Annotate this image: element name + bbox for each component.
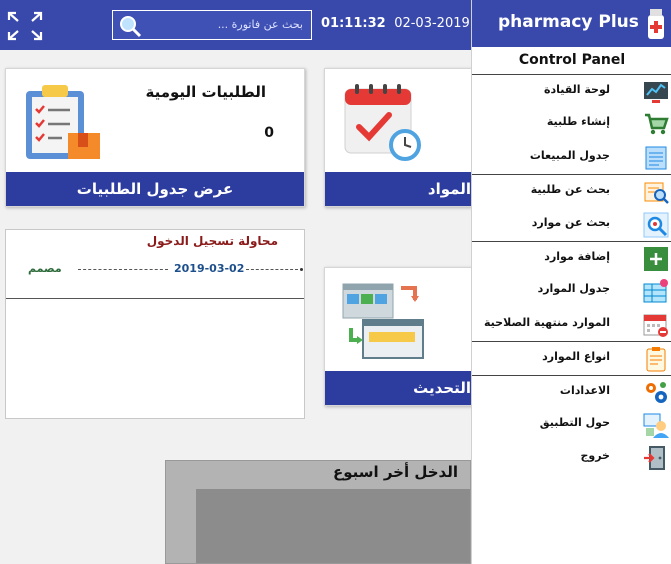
sidebar-item-label: إنشاء طلبية xyxy=(546,115,610,129)
fullscreen-expand-icon[interactable] xyxy=(7,11,43,41)
login-date: 2019-03-02 xyxy=(174,262,245,275)
app-brand: pharmacy Plus xyxy=(498,12,639,32)
clipboard-icon xyxy=(646,347,666,372)
weekly-income-panel: الدخل أخر اسبوع xyxy=(165,460,471,564)
sidebar-item-label: بحث عن موارد xyxy=(531,215,610,229)
sidebar-item-expired-resources[interactable]: الموارد منتهية الصلاحية xyxy=(472,308,671,341)
about-icon xyxy=(643,413,669,438)
pharmacy-logo-icon xyxy=(648,9,664,39)
sidebar-item-search-order[interactable]: بحث عن طلبية xyxy=(472,174,671,207)
cart-icon xyxy=(645,114,669,135)
search-icon[interactable] xyxy=(118,14,142,38)
weekly-income-chart-area xyxy=(196,489,470,563)
sidebar-item-resource-types[interactable]: انواع الموارد xyxy=(472,341,671,374)
login-user-label: مصمم xyxy=(28,262,62,275)
update-button[interactable]: التحديث xyxy=(325,371,471,405)
sidebar-menu: لوحة القيادة إنشاء طلبية جدول المبيعات ب… xyxy=(472,74,671,475)
sidebar-item-exit[interactable]: خروج xyxy=(472,441,671,474)
sidebar-item-resources-table[interactable]: جدول الموارد xyxy=(472,274,671,307)
control-panel-heading: Control Panel xyxy=(518,52,626,68)
sidebar-item-about[interactable]: حول التطبيق xyxy=(472,408,671,441)
sidebar-item-label: الاعدادات xyxy=(559,383,610,397)
expired-calendar-icon xyxy=(643,314,668,337)
sidebar-item-sales-table[interactable]: جدول المبيعات xyxy=(472,141,671,174)
sidebar-item-label: خروج xyxy=(580,449,610,463)
sidebar: pharmacy Plus Control Panel لوحة القيادة… xyxy=(471,0,671,564)
sidebar-item-label: جدول المبيعات xyxy=(529,148,610,162)
search-placeholder: بحث عن فاتورة ... xyxy=(217,18,303,31)
top-bar: بحث عن فاتورة ... 01:11:32 02-03-2019 xyxy=(0,0,471,50)
sidebar-item-label: جدول الموارد xyxy=(537,282,610,296)
daily-orders-count: 0 xyxy=(264,125,274,141)
sidebar-item-search-resources[interactable]: بحث عن موارد xyxy=(472,208,671,241)
row-divider xyxy=(246,269,298,270)
sales-table-icon xyxy=(645,146,667,170)
login-attempt-row: مصمم 2019-03-02 xyxy=(6,254,304,280)
sidebar-item-label: إضافة موارد xyxy=(544,249,610,263)
login-attempts-panel: محاولة تسجيل الدخول مصمم 2019-03-02 xyxy=(5,229,305,419)
gears-icon xyxy=(646,381,667,403)
sidebar-item-label: حول التطبيق xyxy=(539,415,610,429)
resource-search-icon xyxy=(643,212,669,238)
update-card: التحديث xyxy=(324,267,472,406)
clipboard-checklist-icon xyxy=(26,85,100,159)
weekly-income-title: الدخل أخر اسبوع xyxy=(332,463,458,481)
sidebar-item-label: بحث عن طلبية xyxy=(530,183,610,197)
calendar-check-icon xyxy=(344,84,421,161)
clock-date: 02-03-2019 xyxy=(394,16,470,31)
daily-orders-card: الطلبيات اليومية 0 عرض جدول الطلبيات xyxy=(5,68,305,207)
invoice-search-input[interactable]: بحث عن فاتورة ... xyxy=(112,10,312,40)
sidebar-item-label: لوحة القيادة xyxy=(543,83,610,96)
materials-card: المواد xyxy=(324,68,472,207)
sidebar-item-label: انواع الموارد xyxy=(542,350,610,364)
sidebar-item-add-resources[interactable]: إضافة موارد xyxy=(472,240,671,274)
clock-time: 01:11:32 xyxy=(321,16,386,31)
sidebar-item-dashboard[interactable]: لوحة القيادة xyxy=(472,74,671,107)
order-search-icon xyxy=(644,182,669,205)
sync-windows-icon xyxy=(342,283,424,359)
view-orders-table-button[interactable]: عرض جدول الطلبيات xyxy=(6,172,304,206)
daily-orders-title: الطلبيات اليومية xyxy=(145,83,267,101)
add-resource-icon xyxy=(644,246,668,271)
materials-button[interactable]: المواد xyxy=(325,172,471,206)
row-divider xyxy=(78,269,168,270)
sidebar-header: pharmacy Plus xyxy=(472,0,671,47)
sidebar-item-create-order[interactable]: إنشاء طلبية xyxy=(472,107,671,140)
login-attempts-title: محاولة تسجيل الدخول xyxy=(146,234,278,248)
sidebar-item-label: الموارد منتهية الصلاحية xyxy=(484,315,610,329)
row-bullet xyxy=(300,268,303,271)
exit-door-icon xyxy=(644,446,665,471)
clock: 01:11:32 02-03-2019 xyxy=(321,16,470,31)
sidebar-item-settings[interactable]: الاعدادات xyxy=(472,374,671,408)
login-attempts-list[interactable] xyxy=(6,298,304,418)
resource-table-icon xyxy=(643,279,668,303)
dashboard-icon xyxy=(644,82,668,103)
